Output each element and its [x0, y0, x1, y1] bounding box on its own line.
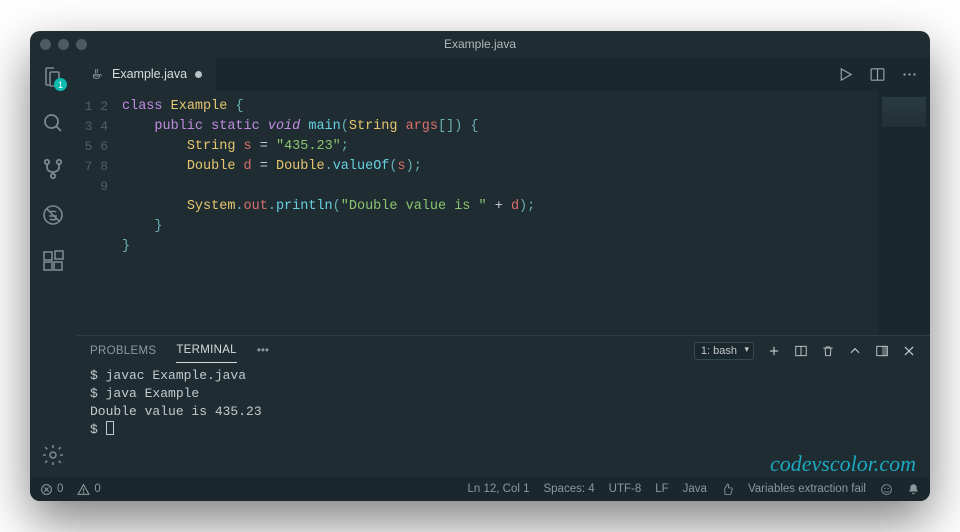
- toggle-panel-icon[interactable]: [874, 343, 889, 358]
- tab-dirty-indicator: [195, 71, 202, 78]
- tab-filename: Example.java: [112, 67, 187, 81]
- status-cursor-position[interactable]: Ln 12, Col 1: [467, 483, 529, 495]
- extensions-icon[interactable]: [41, 249, 65, 273]
- status-language[interactable]: Java: [683, 483, 707, 495]
- minimap[interactable]: [878, 91, 930, 335]
- status-thumbs-icon[interactable]: [721, 483, 734, 496]
- status-feedback-icon[interactable]: [880, 483, 893, 496]
- search-icon[interactable]: [41, 111, 65, 135]
- terminal-output[interactable]: $ javac Example.java $ java Example Doub…: [76, 365, 930, 477]
- status-bar: 0 0 Ln 12, Col 1 Spaces: 4 UTF-8 LF Java…: [30, 477, 930, 501]
- terminal-cursor: [106, 421, 114, 435]
- close-panel-icon[interactable]: [901, 343, 916, 358]
- status-eol[interactable]: LF: [655, 483, 668, 495]
- titlebar: Example.java: [30, 31, 930, 57]
- line-number-gutter: 1 2 3 4 5 6 7 8 9: [76, 91, 122, 335]
- status-message[interactable]: Variables extraction fail: [748, 483, 866, 495]
- terminal-select[interactable]: 1: bash: [694, 342, 754, 360]
- kill-terminal-icon[interactable]: [820, 343, 835, 358]
- run-icon[interactable]: [836, 65, 854, 83]
- panel-tab-terminal[interactable]: TERMINAL: [176, 338, 237, 363]
- editor-body[interactable]: 1 2 3 4 5 6 7 8 9 class Example { public…: [76, 91, 930, 335]
- tab-example-java[interactable]: Example.java: [76, 57, 216, 91]
- explorer-badge: 1: [54, 78, 67, 91]
- editor-actions: [836, 57, 930, 91]
- java-file-icon: [90, 67, 104, 81]
- panel-tab-problems[interactable]: PROBLEMS: [90, 339, 156, 363]
- more-actions-icon[interactable]: [900, 65, 918, 83]
- new-terminal-icon[interactable]: [766, 343, 781, 358]
- window-title: Example.java: [30, 37, 930, 51]
- editor-column: Example.java 1 2 3 4 5 6 7 8 9 class Exa…: [76, 57, 930, 477]
- status-encoding[interactable]: UTF-8: [609, 483, 642, 495]
- maximize-panel-icon[interactable]: [847, 343, 862, 358]
- explorer-icon[interactable]: 1: [41, 65, 65, 89]
- status-errors[interactable]: 0: [40, 483, 63, 496]
- editor-tabs: Example.java: [76, 57, 930, 91]
- bottom-panel: PROBLEMS TERMINAL ••• 1: bash $ javac Ex…: [76, 335, 930, 477]
- main-area: 1 Example.java: [30, 57, 930, 477]
- status-indentation[interactable]: Spaces: 4: [543, 483, 594, 495]
- panel-tabs: PROBLEMS TERMINAL ••• 1: bash: [76, 336, 930, 365]
- code-area[interactable]: class Example { public static void main(…: [122, 91, 878, 335]
- status-warnings[interactable]: 0: [77, 483, 100, 496]
- activity-bar: 1: [30, 57, 76, 477]
- split-terminal-icon[interactable]: [793, 343, 808, 358]
- debug-icon[interactable]: [41, 203, 65, 227]
- split-editor-icon[interactable]: [868, 65, 886, 83]
- source-control-icon[interactable]: [41, 157, 65, 181]
- panel-tab-more-icon[interactable]: •••: [257, 345, 269, 357]
- settings-gear-icon[interactable]: [41, 443, 65, 467]
- status-bell-icon[interactable]: [907, 483, 920, 496]
- editor-window: Example.java 1: [30, 31, 930, 501]
- watermark: codevscolor.com: [770, 455, 916, 473]
